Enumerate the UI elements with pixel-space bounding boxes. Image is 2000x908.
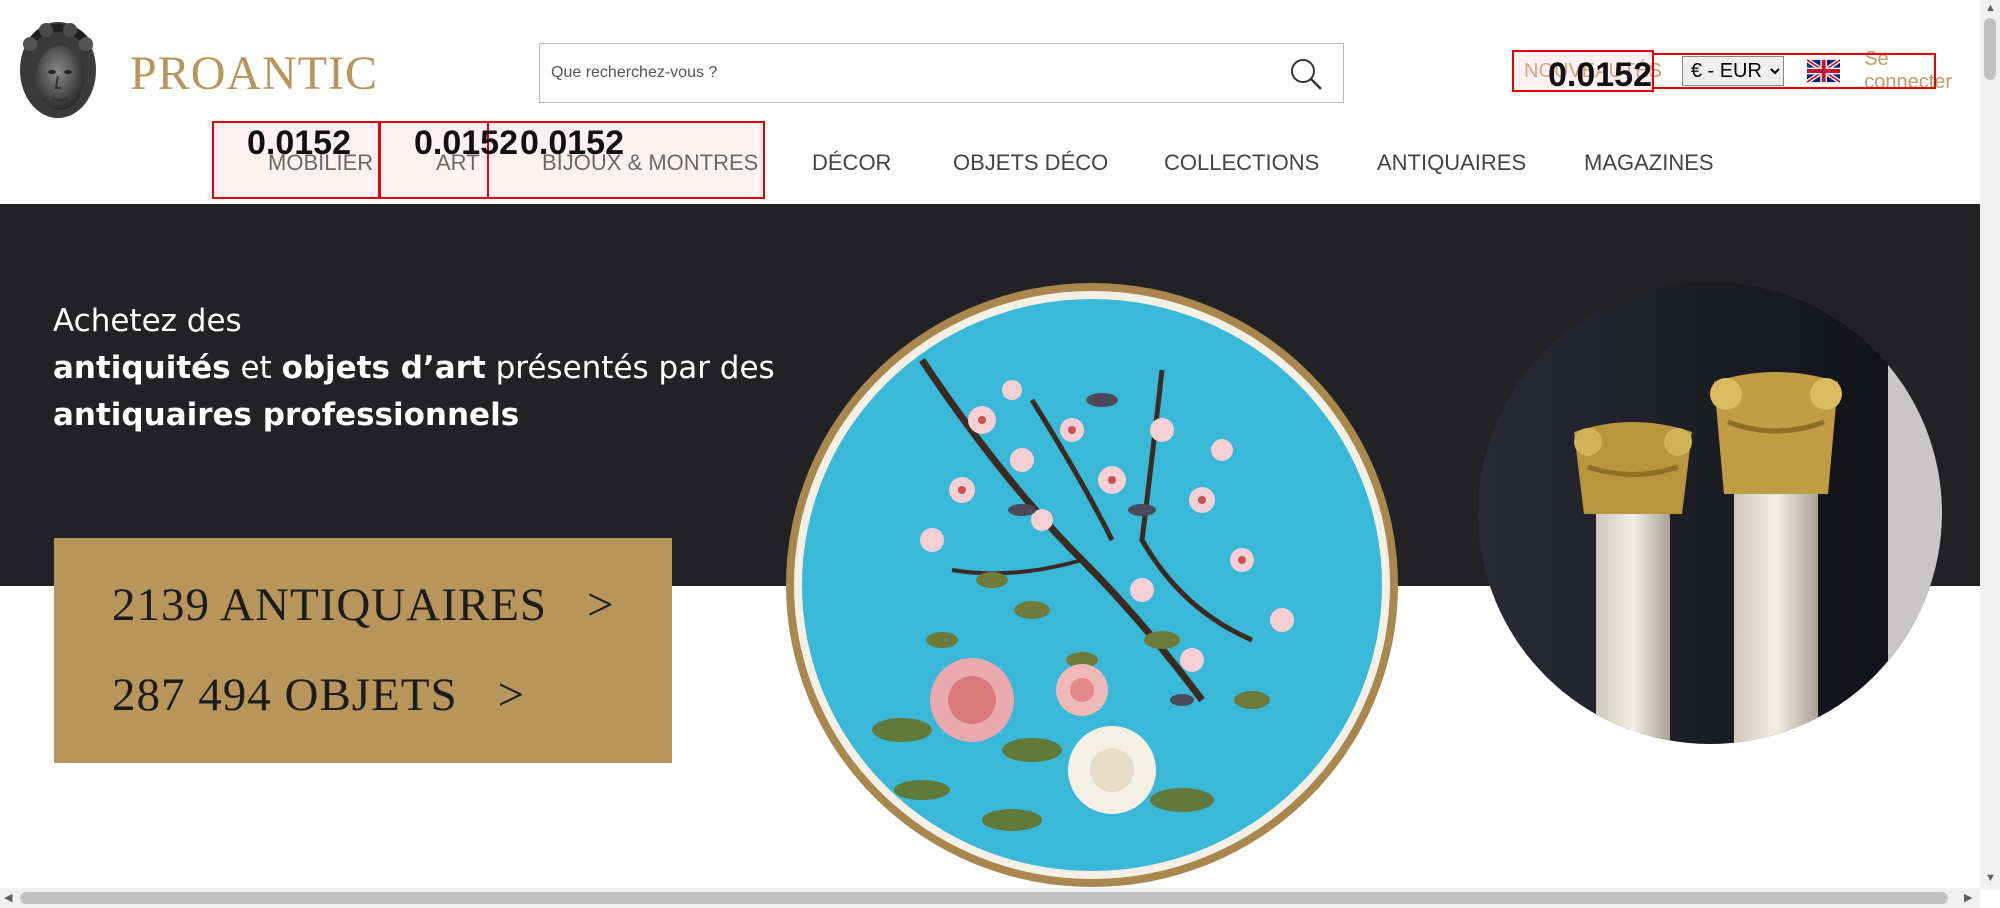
corinthian-columns-image[interactable] [1478,282,1942,744]
overlay-score-label: 0.0152 [414,124,518,162]
overlay-score-label: 0.0152 [520,124,624,162]
scroll-up-icon[interactable]: ▲ [1985,2,1996,14]
vertical-scrollbar[interactable]: ▲ ▼ [1980,0,2000,890]
scroll-down-icon[interactable]: ▼ [1985,872,1996,884]
overlay-score-label: 0.0152 [247,124,351,162]
search-bar [539,43,1344,103]
chevron-right-icon: > [587,579,615,631]
hero-connector-1: et [230,350,282,386]
cloisonne-plate-image[interactable] [782,280,1402,890]
horizontal-scroll-thumb[interactable] [20,892,1948,904]
scroll-right-icon[interactable]: ▶ [1964,891,1972,904]
nav-item-decor[interactable]: DÉCOR [812,150,891,176]
brand-name[interactable]: PROANTIC [130,46,378,101]
chevron-right-icon: > [497,669,526,721]
nav-item-objets-deco[interactable]: OBJETS DÉCO [953,150,1108,176]
vertical-scroll-thumb[interactable] [1984,18,1996,80]
objets-count: 287 494 OBJETS [112,669,458,721]
horizontal-scrollbar[interactable]: ◀ ▶ [0,888,1980,908]
antiquaires-count-link[interactable]: 2139 ANTIQUAIRES > [112,578,615,632]
search-input[interactable] [540,44,1260,102]
nav-item-collections[interactable]: COLLECTIONS [1164,150,1319,176]
objets-count-link[interactable]: 287 494 OBJETS > [112,668,525,722]
hero-bold-antiquites: antiquités [53,350,231,386]
nav-item-magazines[interactable]: MAGAZINES [1584,150,1714,176]
overlay-score-label: 0.0152 [1548,56,1652,94]
nav-item-antiquaires[interactable]: ANTIQUAIRES [1377,150,1526,176]
hero-line-1: Achetez des [53,303,242,339]
hero-bold-antiquaires: antiquaires professionnels [53,397,520,433]
search-icon[interactable] [1289,57,1323,91]
highlight-box-account [1652,53,1936,89]
medusa-logo-icon[interactable] [18,20,98,122]
antiquaires-count: 2139 ANTIQUAIRES [112,579,548,631]
scroll-left-icon[interactable]: ◀ [4,891,12,904]
hero-bold-objets-art: objets d’art [281,350,486,386]
stats-panel: 2139 ANTIQUAIRES > 287 494 OBJETS > [54,538,672,763]
hero-tagline: Achetez des antiquités et objets d’art p… [53,298,775,439]
hero-connector-2: présentés par des [485,350,775,386]
